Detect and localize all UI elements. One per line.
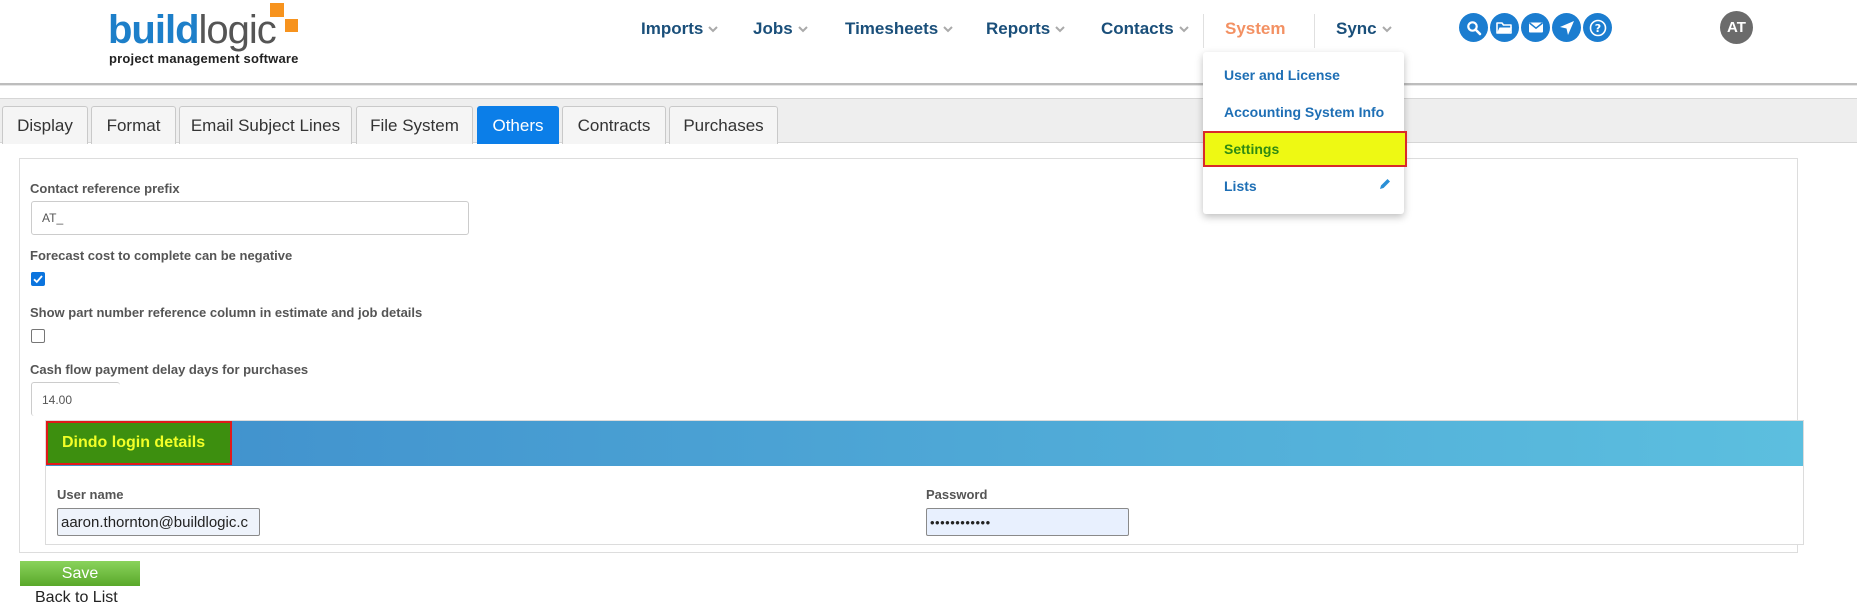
brand-logo[interactable]: buildlogic project management software <box>108 3 308 72</box>
mail-icon <box>1528 22 1543 33</box>
save-button[interactable]: Save <box>20 561 140 586</box>
contact-prefix-input[interactable]: AT_ <box>31 201 469 235</box>
nav-label: System <box>1225 19 1286 38</box>
app-header: buildlogic project management software I… <box>0 0 1857 84</box>
chevron-down-icon <box>797 26 808 33</box>
folder-button[interactable] <box>1490 13 1519 42</box>
nav-timesheets[interactable]: Timesheets <box>845 18 954 40</box>
user-avatar[interactable]: AT <box>1720 11 1753 44</box>
svg-text:?: ? <box>1594 22 1600 35</box>
checkmark-icon <box>33 275 43 284</box>
mail-button[interactable] <box>1521 13 1550 42</box>
logo-square-icon <box>285 19 298 32</box>
send-icon <box>1559 20 1574 35</box>
cash-flow-delay-input[interactable]: 14.00 <box>31 382 120 416</box>
nav-divider <box>1314 14 1315 48</box>
back-to-list-link[interactable]: Back to List <box>35 589 118 607</box>
folder-icon <box>1496 22 1512 34</box>
edit-pencil-icon[interactable] <box>1379 178 1391 190</box>
part-number-column-checkbox[interactable] <box>31 329 45 343</box>
tab-display[interactable]: Display <box>2 106 88 144</box>
system-dropdown-menu: User and License Accounting System Info … <box>1203 52 1407 214</box>
cash-flow-delay-label: Cash flow payment delay days for purchas… <box>30 362 309 377</box>
dindo-login-panel: Dindo login details User name aaron.thor… <box>45 420 1804 545</box>
brand-name-bold: build <box>108 8 200 52</box>
brand-name-regular: logic <box>198 8 277 52</box>
brand-tagline: project management software <box>109 51 299 66</box>
tab-format[interactable]: Format <box>91 106 176 144</box>
part-number-column-label: Show part number reference column in est… <box>30 305 423 320</box>
help-icon: ? <box>1589 19 1606 36</box>
header-divider <box>0 83 1857 86</box>
chevron-down-icon <box>708 26 719 33</box>
logo-square-icon <box>270 3 284 17</box>
password-label: Password <box>926 487 988 502</box>
brand-wordmark: buildlogic <box>108 6 277 54</box>
dindo-panel-title: Dindo login details <box>46 421 232 465</box>
nav-system[interactable]: System <box>1225 18 1285 40</box>
help-button[interactable]: ? <box>1583 13 1612 42</box>
chevron-down-icon <box>1381 26 1392 33</box>
password-input[interactable]: •••••••••••• <box>926 508 1129 536</box>
tab-purchases[interactable]: Purchases <box>669 106 778 144</box>
nav-label: Jobs <box>753 19 793 38</box>
settings-tabs: Display Format Email Subject Lines File … <box>0 98 1857 144</box>
chevron-down-icon <box>943 26 953 33</box>
nav-label: Timesheets <box>845 19 939 38</box>
contact-prefix-label: Contact reference prefix <box>30 181 180 196</box>
nav-contacts[interactable]: Contacts <box>1101 18 1190 40</box>
nav-label: Imports <box>641 19 704 38</box>
chevron-down-icon <box>1055 26 1065 33</box>
tab-email-subject-lines[interactable]: Email Subject Lines <box>179 106 352 144</box>
nav-divider <box>1203 14 1204 48</box>
nav-sync[interactable]: Sync <box>1336 18 1393 40</box>
forecast-negative-label: Forecast cost to complete can be negativ… <box>30 248 293 263</box>
nav-jobs[interactable]: Jobs <box>753 18 809 40</box>
tab-others[interactable]: Others <box>477 106 559 144</box>
menu-item-settings[interactable]: Settings <box>1203 131 1407 167</box>
nav-label: Sync <box>1336 19 1377 38</box>
nav-label: Reports <box>986 19 1051 38</box>
nav-reports[interactable]: Reports <box>986 18 1066 40</box>
search-icon <box>1466 20 1481 35</box>
chevron-down-icon <box>1179 26 1189 33</box>
nav-label: Contacts <box>1101 19 1174 38</box>
dindo-panel-header: Dindo login details <box>46 421 1803 466</box>
send-button[interactable] <box>1552 13 1581 42</box>
username-input[interactable]: aaron.thornton@buildlogic.c <box>57 508 260 536</box>
search-button[interactable] <box>1459 13 1488 42</box>
nav-imports[interactable]: Imports <box>641 18 719 40</box>
tab-contracts[interactable]: Contracts <box>562 106 666 144</box>
tab-file-system[interactable]: File System <box>356 106 473 144</box>
menu-item-user-and-license[interactable]: User and License <box>1203 57 1404 93</box>
forecast-negative-checkbox[interactable] <box>31 272 45 286</box>
menu-item-lists[interactable]: Lists <box>1203 168 1404 204</box>
menu-item-accounting-system-info[interactable]: Accounting System Info <box>1203 94 1404 130</box>
username-label: User name <box>57 487 124 502</box>
